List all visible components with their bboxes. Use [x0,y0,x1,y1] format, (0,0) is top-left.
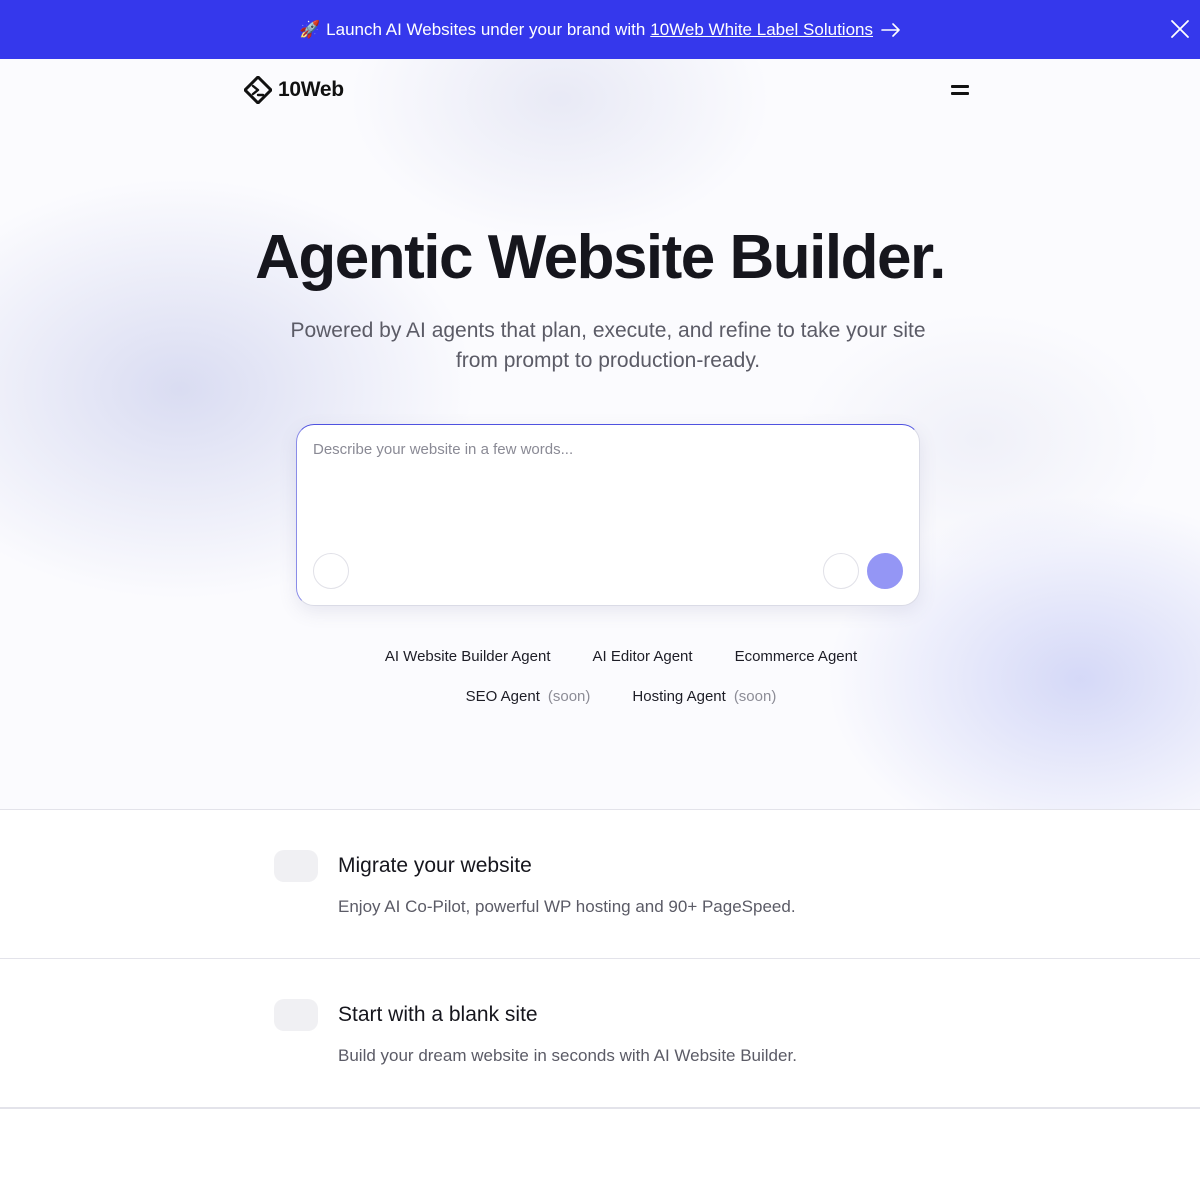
migrate-icon [274,850,318,882]
migrate-option[interactable]: Migrate your website Enjoy AI Co-Pilot, … [0,809,1200,958]
agents-row-2: SEO Agent (soon) Hosting Agent (soon) [0,688,1200,705]
divider [0,1107,1200,1109]
logo-icon [244,76,272,104]
hero-subtitle: Powered by AI agents that plan, execute,… [290,319,926,372]
hamburger-menu-icon[interactable] [950,83,970,97]
prompt-input[interactable] [313,441,903,541]
rocket-emoji: 🚀 [299,19,321,39]
arrow-right-icon[interactable] [881,22,901,37]
logo-text: 10Web [278,78,344,101]
attach-button[interactable] [313,553,349,589]
agent-seo-label: SEO Agent [465,688,540,705]
prompt-box [296,424,920,606]
blank-site-option[interactable]: Start with a blank site Build your dream… [0,958,1200,1107]
option-title: Start with a blank site [338,1003,538,1026]
agent-seo[interactable]: SEO Agent (soon) [466,688,591,705]
agent-editor[interactable]: AI Editor Agent [593,648,693,665]
option-description: Enjoy AI Co-Pilot, powerful WP hosting a… [338,897,796,916]
soon-badge: (soon) [547,688,591,705]
page-title: Agentic Website Builder. [255,223,946,292]
logo[interactable]: 10Web [244,76,344,104]
banner-text: Launch AI Websites under your brand with [326,19,646,39]
blank-site-icon [274,999,318,1031]
white-label-link[interactable]: 10Web White Label Solutions [650,20,873,40]
agent-hosting[interactable]: Hosting Agent (soon) [632,688,776,705]
option-title: Migrate your website [338,854,532,877]
option-description: Build your dream website in seconds with… [338,1046,797,1065]
top-nav: 10Web [244,75,970,105]
agents-row-1: AI Website Builder Agent AI Editor Agent… [0,648,1200,665]
soon-badge: (soon) [733,688,777,705]
send-button[interactable] [867,553,903,589]
agent-website-builder[interactable]: AI Website Builder Agent [385,648,551,665]
close-icon[interactable] [1170,19,1190,39]
voice-button[interactable] [823,553,859,589]
agent-ecommerce[interactable]: Ecommerce Agent [735,648,858,665]
agent-hosting-label: Hosting Agent [632,688,726,705]
promo-banner: 🚀 Launch AI Websites under your brand wi… [0,0,1200,59]
